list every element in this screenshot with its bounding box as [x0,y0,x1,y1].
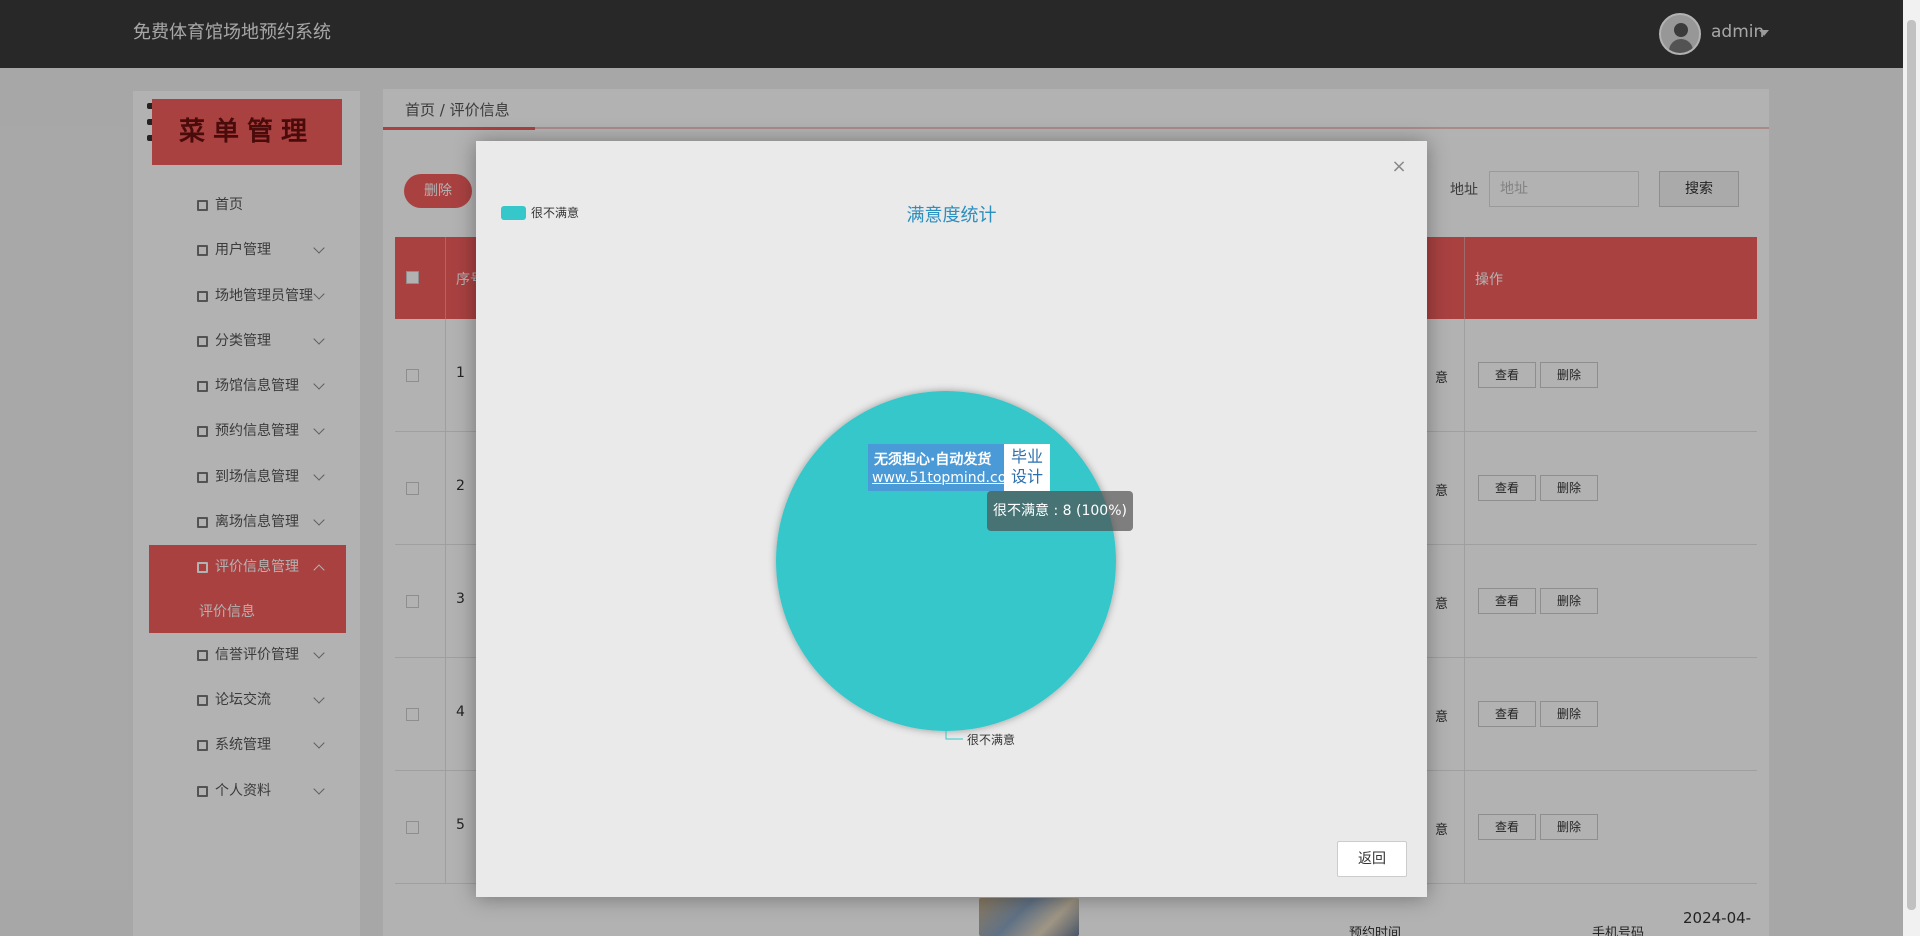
vertical-scrollbar[interactable] [1903,0,1920,936]
pie-slice[interactable] [776,391,1116,731]
back-button[interactable]: 返回 [1337,841,1407,877]
watermark-logo: 无须担心·自动发货 www.51topmind.com 毕业 设计 [868,444,1050,491]
scrollbar-thumb[interactable] [1907,20,1916,910]
pie-slice-label: 很不满意 [967,733,1016,747]
chart-tooltip: 很不满意 : 8 (100%) [987,491,1133,531]
chart-modal: × 很不满意 满意度统计 很不满意 无须担心·自动发货 www.51topmin… [476,141,1427,897]
pie-chart [776,391,1116,740]
